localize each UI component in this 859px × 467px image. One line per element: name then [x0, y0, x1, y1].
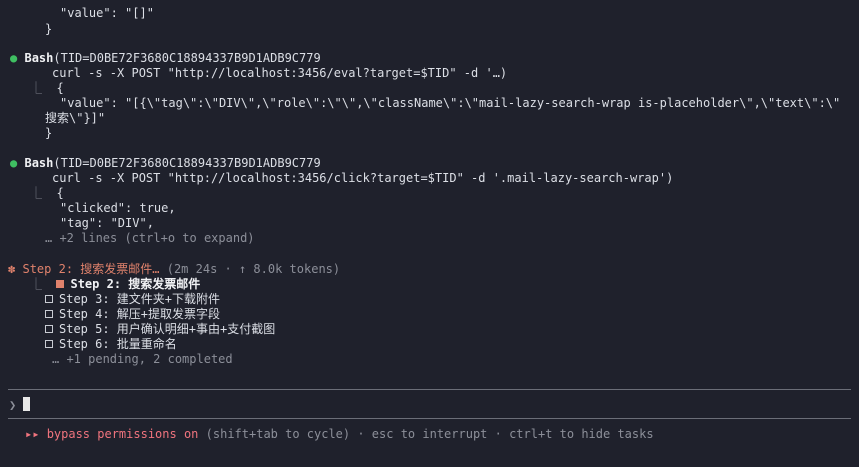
result-clicked-line: "clicked": true, — [60, 201, 176, 215]
tool-call-eval: ● Bash(TID=D0BE72F3680C18894337B9D1ADB9C… — [10, 51, 321, 66]
tool-command: curl -s -X POST "http://localhost:3456/e… — [52, 66, 508, 80]
output-close-brace: } — [45, 22, 53, 36]
tool-args: (TID=D0BE72F3680C18894337B9D1ADB9C779 — [53, 156, 321, 170]
permission-mode[interactable]: bypass permissions on — [47, 427, 199, 441]
result-open-brace: { — [56, 186, 64, 200]
task-status-header: ✽ Step 2: 搜索发票邮件… (2m 24s · ↑ 8.0k token… — [8, 262, 340, 277]
task-pending-icon — [45, 325, 53, 333]
task-item: Step 3: 建文件夹+下载附件 — [45, 292, 220, 307]
task-label: Step 6: 批量重命名 — [59, 337, 177, 351]
tool-name: Bash — [24, 156, 54, 170]
result-value-line-wrap: 搜索\"}]" — [45, 111, 106, 125]
task-corner-icon: ⎿ — [30, 277, 43, 291]
result-open-brace: { — [56, 81, 64, 95]
tool-result: ⎿ { — [30, 81, 64, 96]
spinner-icon: ✽ — [8, 262, 16, 276]
status-hint: (shift+tab to cycle) · esc to interrupt … — [205, 427, 654, 441]
result-close-brace: } — [45, 126, 53, 140]
prompt-top-divider — [8, 389, 851, 390]
task-pending-icon — [45, 340, 53, 348]
prompt-chevron-icon: ❯ — [9, 398, 17, 412]
tool-args: (TID=D0BE72F3680C18894337B9D1ADB9C779 — [53, 51, 321, 65]
task-status-title: Step 2: 搜索发票邮件… — [22, 262, 160, 276]
prompt-bottom-divider — [8, 418, 851, 419]
tool-name: Bash — [24, 51, 54, 65]
collapsed-lines-hint[interactable]: … +2 lines (ctrl+o to expand) — [45, 231, 255, 246]
task-in-progress-icon — [56, 280, 65, 288]
task-item: Step 4: 解压+提取发票字段 — [45, 307, 220, 322]
task-label: Step 4: 解压+提取发票字段 — [59, 307, 221, 321]
task-item: ⎿ Step 2: 搜索发票邮件 — [30, 277, 200, 292]
result-tag-line: "tag": "DIV", — [60, 216, 154, 230]
success-bullet-icon: ● — [10, 156, 18, 170]
text-cursor — [23, 397, 31, 411]
task-pending-icon — [45, 310, 53, 318]
terminal-window: "value": "[]" } ● Bash(TID=D0BE72F3680C1… — [0, 0, 859, 467]
task-summary: … +1 pending, 2 completed — [52, 352, 233, 366]
tool-result: ⎿ { — [30, 186, 64, 201]
task-pending-icon — [45, 295, 53, 303]
task-item: Step 5: 用户确认明细+事由+支付截图 — [45, 322, 275, 337]
prompt-line[interactable]: ❯ — [9, 397, 31, 413]
mode-arrows-icon: ▸▸ — [25, 427, 40, 441]
task-label: Step 2: 搜索发票邮件 — [70, 277, 201, 291]
success-bullet-icon: ● — [10, 51, 18, 65]
tool-call-click: ● Bash(TID=D0BE72F3680C18894337B9D1ADB9C… — [10, 156, 321, 171]
task-label: Step 3: 建文件夹+下载附件 — [59, 292, 221, 306]
output-value-line: "value": "[]" — [60, 6, 154, 20]
result-value-line: "value": "[{\"tag\":\"DIV\",\"role\":\"\… — [60, 96, 841, 110]
result-corner-icon: ⎿ — [30, 81, 43, 95]
task-status-meta: (2m 24s · ↑ 8.0k tokens) — [166, 262, 341, 276]
task-item: Step 6: 批量重命名 — [45, 337, 177, 352]
status-bar: ▸▸ bypass permissions on (shift+tab to c… — [25, 427, 654, 442]
result-corner-icon: ⎿ — [30, 186, 43, 200]
tool-command: curl -s -X POST "http://localhost:3456/c… — [52, 171, 674, 185]
task-label: Step 5: 用户确认明细+事由+支付截图 — [59, 322, 276, 336]
